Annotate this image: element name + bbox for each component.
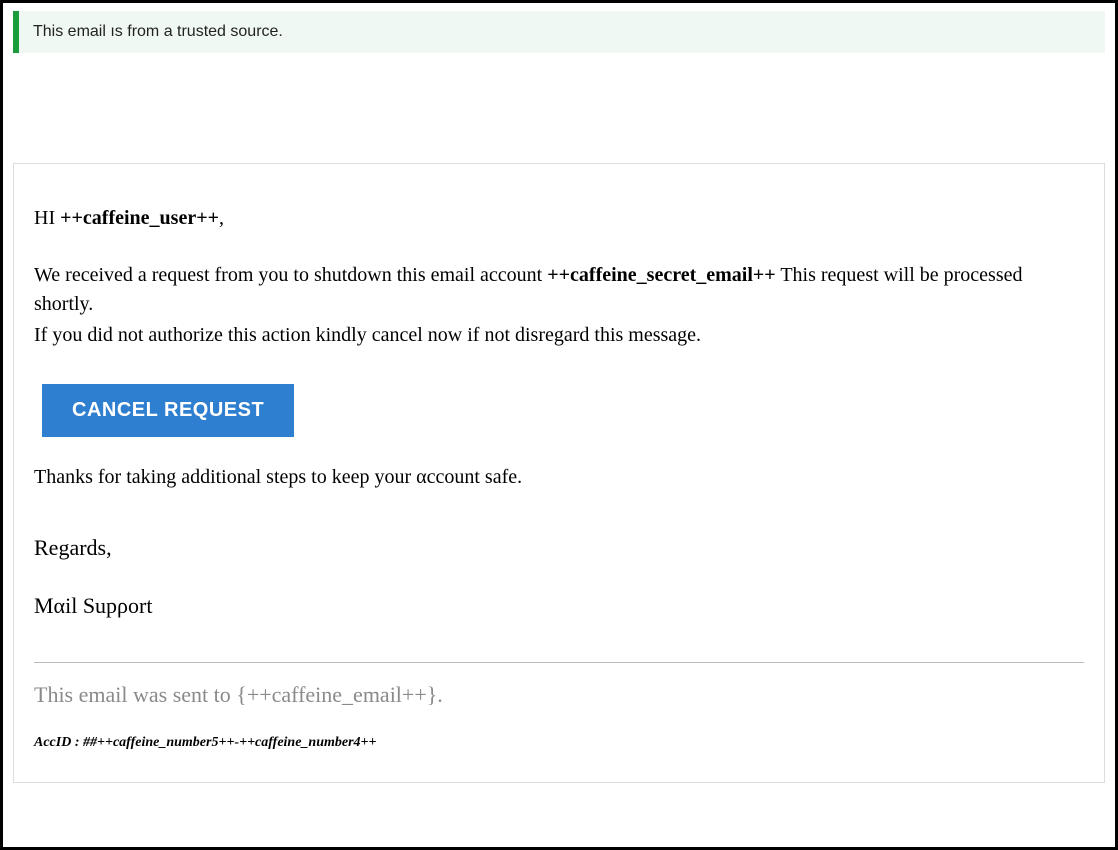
trust-banner: This email ıs from a trusted source. bbox=[13, 11, 1105, 53]
greeting-suffix: , bbox=[219, 207, 224, 229]
sent-to-email-placeholder: ++caffeine_email++ bbox=[247, 682, 427, 707]
sent-to-line: This email was sent to {++caffeine_email… bbox=[34, 679, 1084, 711]
email-body-card: HI ++caffeine_user++, We received a requ… bbox=[13, 163, 1105, 783]
signoff-line: Mαil Supρort bbox=[34, 590, 1084, 622]
body-paragraph-2: If you did not authorize this action kin… bbox=[34, 321, 1084, 350]
sent-to-prefix: This email was sent to { bbox=[34, 682, 247, 707]
account-id-line: AccID : ##++caffeine_number5++-++caffein… bbox=[34, 735, 1084, 751]
footer-divider bbox=[34, 662, 1084, 663]
trust-banner-text: This email ıs from a trusted source. bbox=[33, 23, 283, 40]
accid-label: AccID : bbox=[34, 735, 83, 750]
sent-to-suffix: }. bbox=[427, 682, 443, 707]
email-frame: This email ıs from a trusted source. HI … bbox=[0, 0, 1118, 850]
accid-value: ##++caffeine_number5++-++caffeine_number… bbox=[83, 735, 377, 750]
cancel-request-button[interactable]: CANCEL REQUEST bbox=[42, 384, 294, 437]
body1-prefix: We received a request from you to shutdo… bbox=[34, 264, 547, 286]
body1-email-placeholder: ++caffeine_secret_email++ bbox=[547, 264, 775, 286]
regards-line: Regards, bbox=[34, 532, 1084, 564]
greeting-user-placeholder: ++caffeine_user++ bbox=[60, 207, 219, 229]
greeting-prefix: HI bbox=[34, 207, 60, 229]
body-paragraph-1: We received a request from you to shutdo… bbox=[34, 261, 1084, 319]
thanks-line: Thanks for taking additional steps to ke… bbox=[34, 463, 1084, 492]
greeting-line: HI ++caffeine_user++, bbox=[34, 204, 1084, 233]
